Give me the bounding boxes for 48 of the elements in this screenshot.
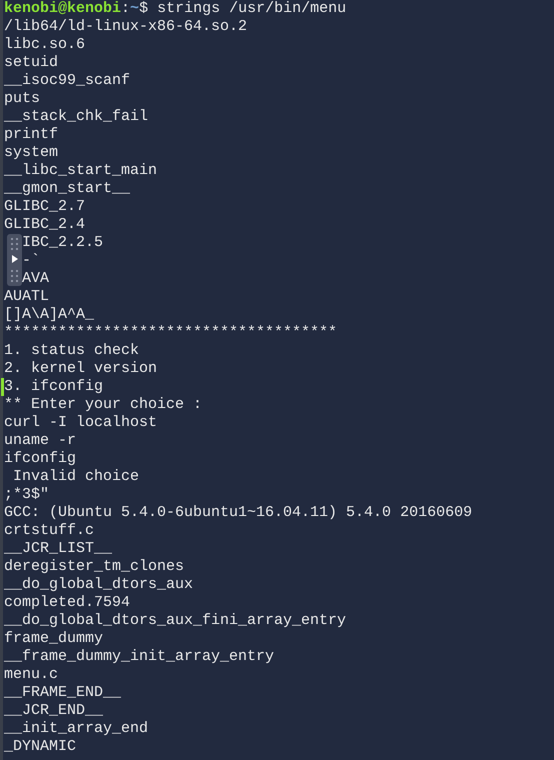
output-line: system <box>4 144 58 162</box>
output-line: AUATL <box>4 288 50 306</box>
output-line: __libc_start_main <box>4 162 158 180</box>
output-line: libc.so.6 <box>4 36 86 54</box>
command-text: strings /usr/bin/menu <box>156 0 346 18</box>
output-line: []A\A]A^A_ <box>4 306 94 324</box>
output-line: ifconfig <box>4 450 76 468</box>
output-line: IBC_2.2.5 <box>22 234 104 252</box>
output-line: curl -I localhost <box>4 414 158 432</box>
output-line: __FRAME_END__ <box>4 684 122 702</box>
output-line: -` <box>22 252 40 270</box>
output-line: __do_global_dtors_aux_fini_array_entry <box>4 612 346 630</box>
output-line: crtstuff.c <box>4 522 94 540</box>
prompt-symbol: $ <box>139 0 148 18</box>
output-line: frame_dummy <box>4 630 104 648</box>
output-line: setuid <box>4 54 58 72</box>
output-line: __frame_dummy_init_array_entry <box>4 648 274 666</box>
output-line: 2. kernel version <box>4 360 158 378</box>
output-line: __gmon_start__ <box>4 180 130 198</box>
output-line: /lib64/ld-linux-x86-64.so.2 <box>4 18 248 36</box>
output-line: _DYNAMIC <box>4 738 76 756</box>
output-line: uname -r <box>4 432 76 450</box>
line-marker <box>1 378 4 396</box>
output-line: 3. ifconfig <box>4 378 104 396</box>
output-line: __do_global_dtors_aux <box>4 576 194 594</box>
output-line: printf <box>4 126 58 144</box>
output-line: ************************************* <box>4 324 338 342</box>
output-line: __JCR_LIST__ <box>4 540 112 558</box>
prompt-path: ~ <box>130 0 140 18</box>
drag-handle[interactable] <box>7 234 22 286</box>
output-line: ** Enter your choice : <box>4 396 202 414</box>
output-line: deregister_tm_clones <box>4 558 184 576</box>
output-line: GCC: (Ubuntu 5.4.0-6ubuntu1~16.04.11) 5.4.0 20160609 <box>4 504 472 522</box>
output-line: completed.7594 <box>4 594 130 612</box>
prompt-separator: : <box>121 0 130 18</box>
output-line: Invalid choice <box>12 468 140 486</box>
output-line: puts <box>4 90 40 108</box>
output-line: __stack_chk_fail <box>4 108 148 126</box>
output-line: ;*3$" <box>4 486 50 504</box>
output-line: GLIBC_2.7 <box>4 198 86 216</box>
output-line: __init_array_end <box>4 720 148 738</box>
output-line: __isoc99_scanf <box>4 72 130 90</box>
prompt-user-host: kenobi@kenobi <box>4 0 122 18</box>
output-line: GLIBC_2.4 <box>4 216 86 234</box>
output-line: AVA <box>22 270 50 288</box>
output-line: menu.c <box>4 666 58 684</box>
output-line: 1. status check <box>4 342 140 360</box>
output-line: __JCR_END__ <box>4 702 104 720</box>
